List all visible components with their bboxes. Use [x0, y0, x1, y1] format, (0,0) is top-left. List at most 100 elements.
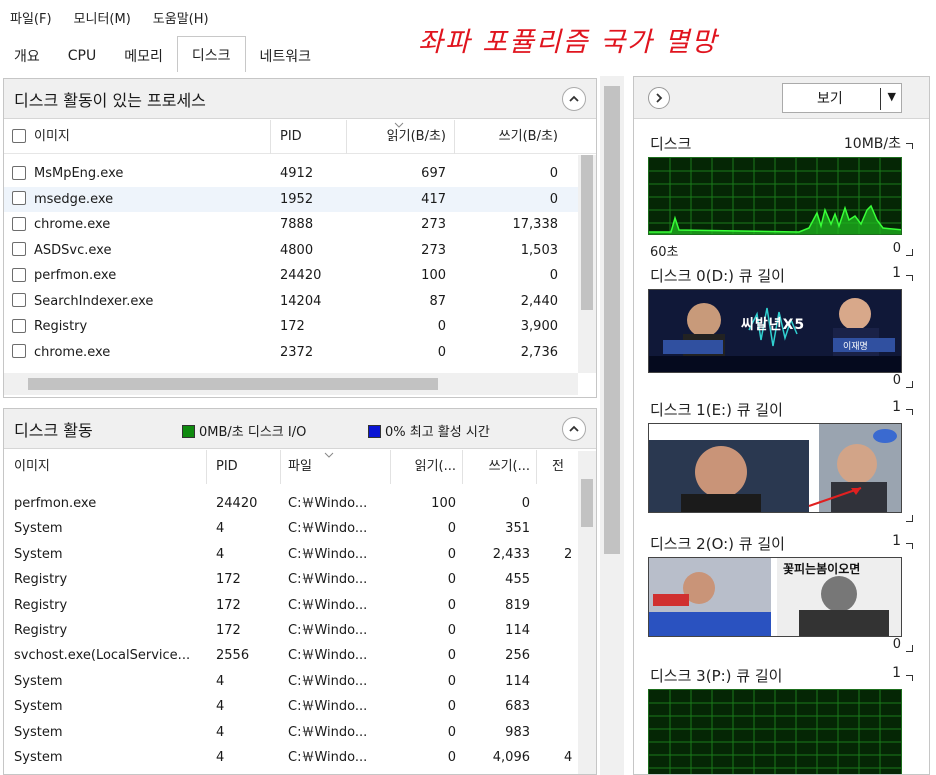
table-row[interactable]: ASDSvc.exe 4800 273 1,503	[4, 238, 580, 263]
view-dropdown[interactable]: 보기 ▼	[782, 83, 902, 113]
menu-file[interactable]: 파일(F)	[10, 8, 52, 27]
row-checkbox[interactable]	[12, 318, 26, 333]
row-checkbox[interactable]	[12, 293, 26, 307]
tab-overview[interactable]: 개요	[0, 40, 54, 72]
row-write: 114	[505, 673, 530, 689]
row-image: ASDSvc.exe	[34, 242, 112, 258]
row-read: 0	[447, 724, 456, 740]
disk-throughput-chart	[649, 158, 901, 234]
graph-disk2-min: 0	[892, 637, 901, 652]
table-row[interactable]: chrome.exe 2372 0 2,736	[4, 340, 580, 365]
processes-column-header: 이미지 PID 읽기(B/초) 쓰기(B/초)	[4, 120, 596, 154]
table-row[interactable]: System 4 C:￦Windo... 0 983	[4, 720, 574, 745]
table-row[interactable]: System 4 C:￦Windo... 0 114	[4, 669, 574, 694]
col-pid[interactable]: PID	[216, 450, 276, 484]
row-image: System	[14, 724, 63, 740]
legend-disk-io: 0MB/초 디스크 I/O	[182, 421, 306, 440]
chevron-up-icon	[569, 425, 579, 432]
table-row[interactable]: SearchIndexer.exe 14204 87 2,440	[4, 289, 580, 314]
col-pid[interactable]: PID	[280, 120, 340, 154]
row-image: SearchIndexer.exe	[34, 293, 154, 309]
row-write: 3,900	[520, 319, 558, 334]
row-image: perfmon.exe	[34, 268, 117, 283]
row-write: 4,096	[492, 750, 530, 765]
select-all-checkbox[interactable]	[12, 128, 26, 143]
table-row[interactable]: perfmon.exe 24420 C:￦Windo... 100 0	[4, 491, 574, 516]
processes-panel-header[interactable]: 디스크 활동이 있는 프로세스	[4, 79, 596, 119]
table-row[interactable]: System 4 C:￦Windo... 0 351	[4, 516, 574, 541]
activity-scroll-thumb[interactable]	[581, 479, 593, 527]
row-write: 819	[505, 597, 530, 613]
row-extra	[564, 567, 574, 592]
row-checkbox[interactable]	[12, 191, 26, 205]
menu-monitor[interactable]: 모니터(M)	[74, 8, 131, 27]
row-write: 351	[505, 521, 530, 537]
row-file: C:￦Windo...	[288, 724, 368, 740]
sort-indicator-icon	[394, 122, 404, 128]
table-row[interactable]: perfmon.exe 24420 100 0	[4, 263, 580, 288]
table-row[interactable]: chrome.exe 7888 273 17,338	[4, 212, 580, 237]
main-scroll-thumb[interactable]	[604, 86, 620, 554]
menu-help[interactable]: 도움말(H)	[153, 8, 209, 27]
row-pid: 1952	[280, 191, 314, 207]
row-file: C:￦Windo...	[288, 496, 368, 511]
col-write[interactable]: 쓰기(B/초)	[458, 120, 558, 154]
table-row[interactable]: System 4 C:￦Windo... 0 683	[4, 694, 574, 719]
col-extra[interactable]: 전	[552, 450, 572, 484]
processes-hscroll-thumb[interactable]	[28, 378, 438, 390]
row-checkbox[interactable]	[12, 242, 26, 256]
row-pid: 172	[280, 319, 305, 334]
collapse-activity-button[interactable]	[562, 417, 586, 441]
processes-vertical-scrollbar[interactable]	[578, 155, 596, 373]
row-pid: 4	[216, 673, 225, 689]
main-vertical-scrollbar[interactable]	[600, 76, 624, 775]
row-read: 0	[447, 572, 456, 588]
collapse-processes-button[interactable]	[562, 87, 586, 111]
processes-panel: 디스크 활동이 있는 프로세스 이미지 PID 읽기(B/초) 쓰기(B/초) …	[3, 78, 597, 398]
row-checkbox[interactable]	[12, 344, 26, 358]
row-file: C:￦Windo...	[288, 623, 368, 638]
table-row[interactable]: msedge.exe 1952 417 0	[4, 186, 580, 212]
view-dropdown-label: 보기	[817, 91, 843, 107]
table-row[interactable]: Registry 172 C:￦Windo... 0 819	[4, 593, 574, 618]
row-read: 273	[421, 242, 446, 258]
table-row[interactable]: svchost.exe(LocalService... 2556 C:￦Windo.…	[4, 643, 574, 668]
graph-disk1-max: 1	[892, 399, 901, 415]
legend-io-swatch	[182, 425, 195, 438]
row-image: System	[14, 521, 63, 537]
legend-active-swatch	[368, 425, 381, 438]
table-row[interactable]: MsMpEng.exe 4912 697 0	[4, 161, 580, 186]
tab-cpu[interactable]: CPU	[54, 40, 110, 72]
row-pid: 4	[216, 546, 225, 562]
tab-disk[interactable]: 디스크	[176, 36, 246, 72]
row-write: 983	[505, 724, 530, 740]
graph-disk1-title: 디스크 1(E:) 큐 길이	[650, 401, 783, 419]
processes-horizontal-scrollbar[interactable]	[4, 373, 578, 395]
table-row[interactable]: Registry 172 C:￦Windo... 0 114	[4, 618, 574, 643]
col-image[interactable]: 이미지	[14, 450, 204, 484]
disk2-queue-image: 꽃피는봄이오면	[648, 557, 902, 637]
chevron-right-icon	[656, 93, 663, 103]
table-row[interactable]: Registry 172 0 3,900	[4, 314, 580, 339]
row-read: 0	[437, 344, 446, 360]
disk-activity-panel-header[interactable]: 디스크 활동 0MB/초 디스크 I/O 0% 최고 활성 시간	[4, 409, 596, 449]
row-read: 0	[447, 597, 456, 613]
row-checkbox[interactable]	[12, 267, 26, 282]
disk-activity-title: 디스크 활동	[14, 420, 93, 440]
table-row[interactable]: System 4 C:￦Windo... 0 2,433 2	[4, 542, 574, 567]
row-extra: 4	[564, 750, 573, 765]
row-write: 1,503	[520, 242, 558, 258]
col-read[interactable]: 읽기(...	[394, 450, 456, 484]
table-row[interactable]: Registry 172 C:￦Windo... 0 455	[4, 567, 574, 592]
col-write[interactable]: 쓰기(...	[466, 450, 530, 484]
row-checkbox[interactable]	[12, 216, 26, 231]
row-checkbox[interactable]	[12, 165, 26, 180]
tab-network[interactable]: 네트워크	[246, 40, 326, 72]
graphs-panel: 보기 ▼ 디스크 10MB/초 60초 0 디스크 0(D:) 큐 길이 1 씨…	[633, 76, 930, 775]
processes-scroll-thumb[interactable]	[581, 155, 593, 310]
activity-vertical-scrollbar[interactable]	[578, 451, 596, 774]
table-row[interactable]: System 4 C:￦Windo... 0 4,096 4	[4, 745, 574, 770]
col-image[interactable]: 이미지	[12, 120, 262, 154]
tab-memory[interactable]: 메모리	[110, 40, 177, 72]
expand-panel-button[interactable]	[648, 87, 670, 109]
